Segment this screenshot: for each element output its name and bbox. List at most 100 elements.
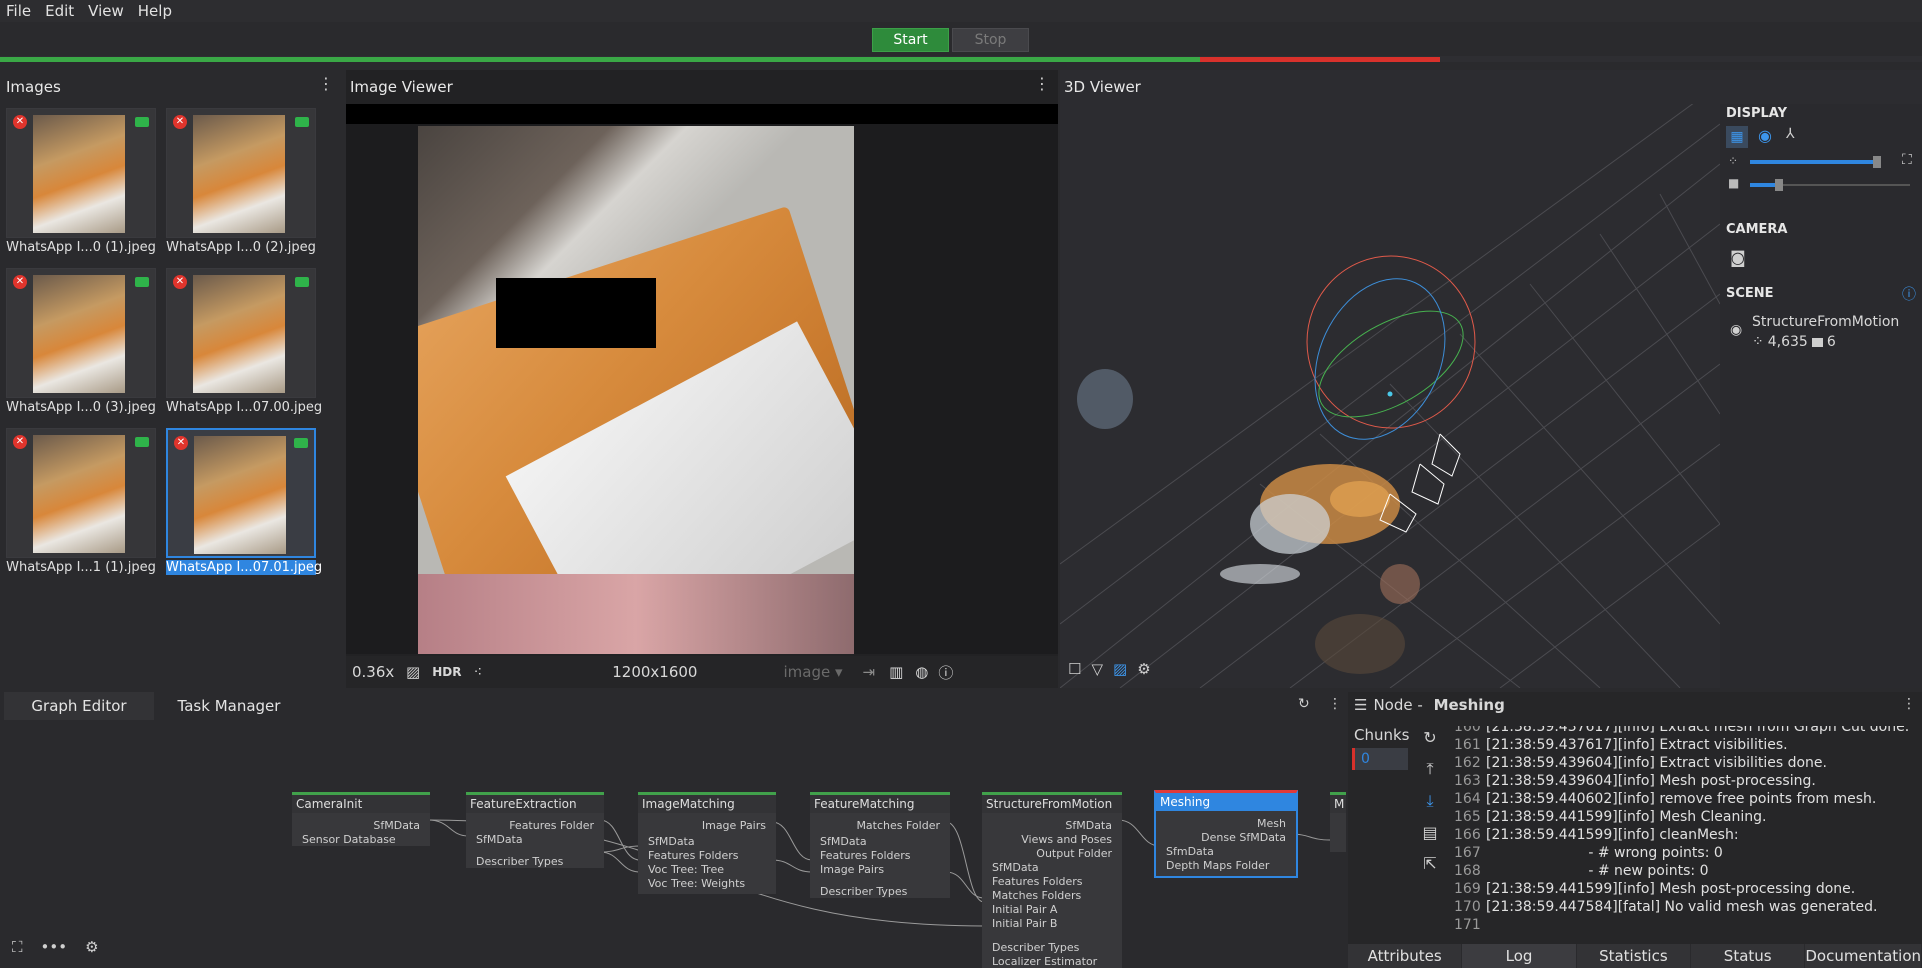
features-icon[interactable]: ⁖ <box>473 663 482 681</box>
render-mode-icon[interactable]: ▨ <box>1113 660 1127 678</box>
channel-select[interactable]: image ▾ <box>783 663 842 681</box>
node-panel-menu-icon[interactable]: ⋮ <box>1902 696 1916 712</box>
camera-scale-slider[interactable] <box>1750 179 1910 191</box>
input-port[interactable]: Describer Types <box>992 941 1079 954</box>
log-line: 160 [21:38:59.437617][info] Extract mesh … <box>1454 726 1922 736</box>
output-port[interactable]: Matches Folder <box>856 819 940 832</box>
input-port[interactable]: Features Folders <box>992 875 1083 888</box>
thumbnail[interactable]: ✕ <box>6 108 156 238</box>
axis-icon[interactable]: ⅄ <box>1786 126 1795 142</box>
node-panel-node-name: Meshing <box>1433 696 1505 714</box>
fit-view-icon[interactable]: ⛶ <box>1902 152 1912 168</box>
input-port[interactable]: SfMData <box>648 835 695 848</box>
image-canvas[interactable] <box>346 106 1058 654</box>
input-port[interactable]: Features Folders <box>820 849 911 862</box>
graph-node-meshing[interactable]: Meshing Mesh Dense SfMData SfmData Depth… <box>1154 790 1298 878</box>
input-port[interactable]: Voc Tree: Tree <box>648 863 724 876</box>
scene-item-name[interactable]: StructureFromMotion <box>1752 314 1899 330</box>
sequence-icon[interactable]: ⇥ <box>863 663 876 681</box>
output-port[interactable]: Mesh <box>1257 817 1286 830</box>
graph-node-featureextraction[interactable]: FeatureExtraction Features Folder SfMDat… <box>466 792 604 868</box>
image-viewer-menu-icon[interactable]: ⋮ <box>1034 74 1050 93</box>
layout-icon[interactable]: ••• <box>41 938 68 956</box>
tab-log[interactable]: Log <box>1462 944 1577 968</box>
point-size-slider-handle[interactable] <box>1873 156 1882 168</box>
tab-statistics[interactable]: Statistics <box>1577 944 1692 968</box>
stop-button[interactable]: Stop <box>952 28 1029 52</box>
input-port[interactable]: Matches Folders <box>992 889 1081 902</box>
input-port[interactable]: Describer Types <box>820 885 907 898</box>
tab-task-manager[interactable]: Task Manager <box>154 692 304 720</box>
tab-attributes[interactable]: Attributes <box>1348 944 1463 968</box>
scroll-top-icon[interactable]: ⤒ <box>1426 759 1433 779</box>
reload-log-icon[interactable]: ↻ <box>1423 728 1436 747</box>
histogram-icon[interactable]: ▥ <box>889 663 903 681</box>
thumbnail[interactable]: ✕ <box>6 268 156 398</box>
autoscroll-icon[interactable]: ⤓ <box>1426 791 1433 811</box>
gizmo-toggle-icon[interactable]: ◉ <box>1758 126 1772 145</box>
open-external-icon[interactable]: ⇱ <box>1423 854 1436 873</box>
tab-graph-editor[interactable]: Graph Editor <box>4 692 154 720</box>
input-port[interactable]: Depth Maps Folder <box>1166 859 1269 872</box>
graph-node-structurefrommotion[interactable]: StructureFromMotion SfMData Views and Po… <box>982 792 1122 968</box>
mask-icon[interactable]: ▨ <box>406 663 420 681</box>
snapshot-camera-icon[interactable]: ◙ <box>1730 248 1746 267</box>
images-panel-title: Images <box>6 78 61 96</box>
menu-help[interactable]: Help <box>138 2 172 20</box>
input-port[interactable]: Localizer Estimator <box>992 955 1097 968</box>
graph-node-imagematching[interactable]: ImageMatching Image Pairs SfMData Featur… <box>638 792 776 894</box>
output-port[interactable]: SfMData <box>373 819 420 832</box>
output-port[interactable]: Views and Poses <box>1021 833 1112 846</box>
output-port[interactable]: Dense SfMData <box>1201 831 1286 844</box>
menu-view[interactable]: View <box>88 2 124 20</box>
output-port[interactable]: Features Folder <box>509 819 594 832</box>
input-port[interactable]: SfMData <box>820 835 867 848</box>
thumbnail-selected[interactable]: ✕ <box>166 428 316 558</box>
start-button[interactable]: Start <box>872 28 949 52</box>
info-icon[interactable]: ⓘ <box>938 662 953 683</box>
thumbnail[interactable]: ✕ <box>6 428 156 558</box>
graph-node-partial[interactable]: M <box>1330 792 1346 852</box>
input-port[interactable]: SfMData <box>476 833 523 846</box>
refresh-icon[interactable]: ↻ <box>1298 696 1310 712</box>
hdr-button[interactable]: HDR <box>432 665 461 679</box>
point-size-slider[interactable] <box>1750 156 1882 168</box>
globe-icon[interactable]: ◍ <box>915 663 928 681</box>
input-port[interactable]: Initial Pair B <box>992 917 1057 930</box>
input-port[interactable]: Voc Tree: Weights <box>648 877 745 890</box>
input-port[interactable]: Image Pairs <box>820 863 884 876</box>
input-port[interactable]: SfMData <box>992 861 1039 874</box>
3d-scene-canvas[interactable] <box>1060 104 1720 688</box>
filter-icon[interactable]: ▽ <box>1091 660 1103 678</box>
input-port[interactable]: Features Folders <box>648 849 739 862</box>
menu-file[interactable]: File <box>6 2 31 20</box>
graph-settings-gear-icon[interactable]: ⚙ <box>85 938 98 956</box>
graph-node-featurematching[interactable]: FeatureMatching Matches Folder SfMData F… <box>810 792 950 898</box>
output-port[interactable]: Image Pairs <box>702 819 766 832</box>
input-port[interactable]: Sensor Database <box>302 833 396 846</box>
output-port[interactable]: Output Folder <box>1036 847 1112 860</box>
settings-gear-icon[interactable]: ⚙ <box>1137 660 1150 678</box>
chunk-item[interactable]: 0 <box>1352 748 1408 770</box>
graph-menu-icon[interactable]: ⋮ <box>1328 696 1342 712</box>
thumbnail[interactable]: ✕ <box>166 268 316 398</box>
fit-graph-icon[interactable]: ⛶ <box>12 938 23 956</box>
visibility-eye-icon[interactable]: ◉ <box>1730 322 1742 338</box>
copy-log-icon[interactable]: ▤ <box>1422 823 1437 842</box>
images-menu-icon[interactable]: ⋮ <box>318 74 334 93</box>
thumbnail[interactable]: ✕ <box>166 108 316 238</box>
input-port[interactable]: Describer Types <box>476 855 563 868</box>
camera-scale-slider-handle[interactable] <box>1774 179 1783 191</box>
output-port[interactable]: SfMData <box>1065 819 1112 832</box>
graph-node-camerainit[interactable]: CameraInit SfMData Sensor Database <box>292 792 430 846</box>
log-view[interactable]: 160 [21:38:59.437617][info] Extract mesh … <box>1454 726 1922 946</box>
info-icon[interactable]: ⓘ <box>1902 284 1916 304</box>
menu-edit[interactable]: Edit <box>45 2 74 20</box>
input-port[interactable]: SfmData <box>1166 845 1214 858</box>
tab-status[interactable]: Status <box>1691 944 1806 968</box>
images-panel: Images ⋮ ✕ WhatsApp I...0 (1).jpeg ✕ Wha… <box>0 70 340 749</box>
grid-toggle-icon[interactable]: ▦ <box>1726 126 1748 148</box>
tab-documentation[interactable]: Documentation <box>1805 944 1922 968</box>
bounding-box-icon[interactable]: ☐ <box>1068 660 1081 678</box>
input-port[interactable]: Initial Pair A <box>992 903 1057 916</box>
